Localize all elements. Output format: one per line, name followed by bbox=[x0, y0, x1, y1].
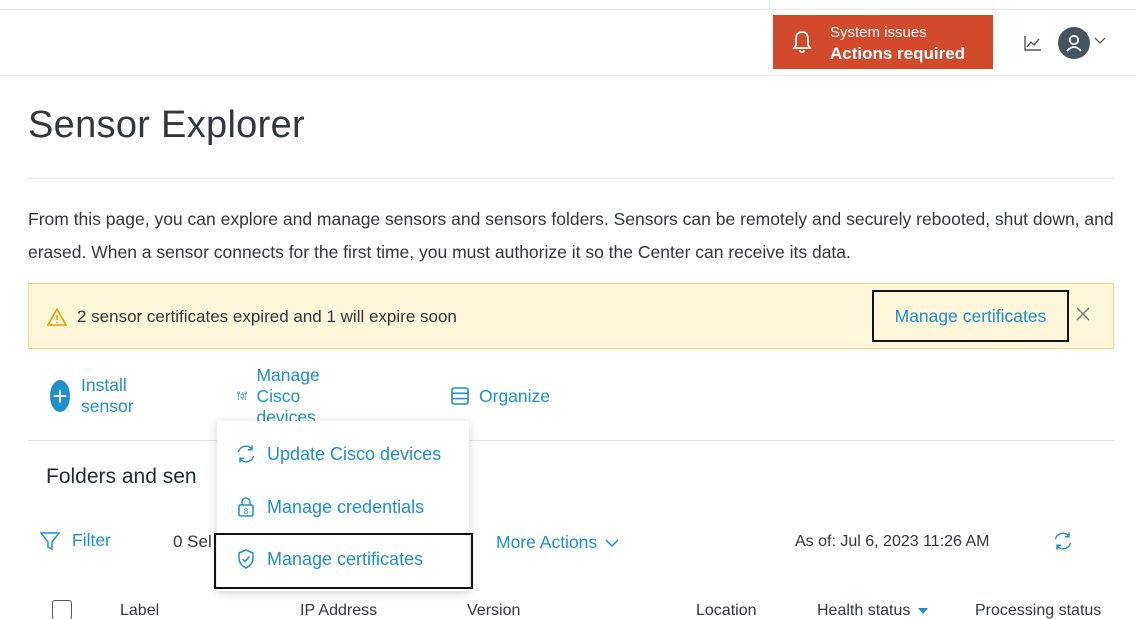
devices-icon bbox=[237, 391, 248, 400]
system-issues-button[interactable]: System issues Actions required bbox=[773, 15, 993, 69]
organize-label: Organize bbox=[479, 385, 551, 406]
actions-required-label: Actions required bbox=[830, 44, 966, 63]
as-of-timestamp: As of: Jul 6, 2023 11:26 AM bbox=[795, 533, 990, 550]
more-actions-label: More Actions bbox=[496, 532, 598, 552]
column-label[interactable]: Label bbox=[120, 602, 159, 619]
chevron-down-icon bbox=[605, 538, 619, 547]
lock-icon: 8 bbox=[238, 497, 254, 517]
table-header: Label IP Address Version Location Health… bbox=[0, 590, 1136, 619]
warning-icon bbox=[47, 308, 67, 326]
column-location[interactable]: Location bbox=[696, 602, 757, 619]
user-avatar[interactable] bbox=[1058, 27, 1090, 59]
certificate-alert: 2 sensor certificates expired and 1 will… bbox=[28, 283, 1114, 349]
system-issues-label: System issues bbox=[830, 24, 927, 41]
folders-heading: Folders and sen bbox=[46, 465, 197, 488]
manage-cisco-devices-button[interactable]: Manage Cisco devices bbox=[237, 365, 333, 427]
column-version[interactable]: Version bbox=[467, 602, 520, 619]
column-health-status[interactable]: Health status bbox=[817, 602, 929, 619]
top-strip-segment bbox=[0, 0, 770, 10]
manage-cisco-devices-label: Manage Cisco devices bbox=[256, 364, 320, 427]
line-chart-icon[interactable] bbox=[1024, 35, 1042, 51]
page-title: Sensor Explorer bbox=[28, 104, 305, 146]
page-description: From this page, you can explore and mana… bbox=[28, 209, 1114, 262]
more-actions-button[interactable]: More Actions bbox=[496, 532, 619, 553]
select-all-checkbox[interactable] bbox=[52, 600, 72, 619]
actions-divider bbox=[28, 440, 1114, 441]
selected-count: 0 Sel bbox=[173, 532, 212, 551]
svg-text:8: 8 bbox=[244, 507, 249, 516]
install-sensor-button[interactable]: + Install sensor bbox=[50, 375, 146, 416]
sort-desc-icon bbox=[918, 607, 929, 614]
menu-item-label: Update Cisco devices bbox=[267, 443, 442, 464]
close-icon[interactable] bbox=[1075, 306, 1091, 322]
highlight-box bbox=[214, 533, 473, 589]
list-icon bbox=[451, 387, 469, 405]
install-sensor-label: Install sensor bbox=[81, 375, 134, 416]
top-strip bbox=[0, 0, 1136, 10]
organize-button[interactable]: Organize bbox=[450, 378, 550, 414]
title-divider bbox=[28, 178, 1114, 179]
manage-certificates-link[interactable]: Manage certificates bbox=[872, 290, 1069, 342]
bell-icon bbox=[792, 31, 812, 53]
filter-icon bbox=[40, 531, 60, 550]
column-ip-address[interactable]: IP Address bbox=[300, 602, 377, 619]
filter-button[interactable]: Filter bbox=[40, 530, 111, 551]
menu-item-manage-credentials[interactable]: 8 Manage credentials bbox=[217, 483, 469, 531]
app-header: System issues Actions required bbox=[0, 10, 1136, 76]
menu-item-update-cisco-devices[interactable]: Update Cisco devices bbox=[217, 430, 469, 478]
menu-item-label: Manage credentials bbox=[267, 496, 425, 517]
filter-label: Filter bbox=[72, 530, 111, 550]
plus-icon: + bbox=[50, 380, 71, 412]
chevron-down-icon[interactable] bbox=[1094, 36, 1106, 46]
alert-message: 2 sensor certificates expired and 1 will… bbox=[77, 307, 457, 326]
refresh-icon[interactable] bbox=[1052, 530, 1074, 552]
column-processing-status[interactable]: Processing status bbox=[975, 602, 1101, 619]
refresh-icon bbox=[237, 445, 255, 463]
column-health-status-label: Health status bbox=[817, 602, 911, 619]
user-icon bbox=[1066, 34, 1082, 52]
